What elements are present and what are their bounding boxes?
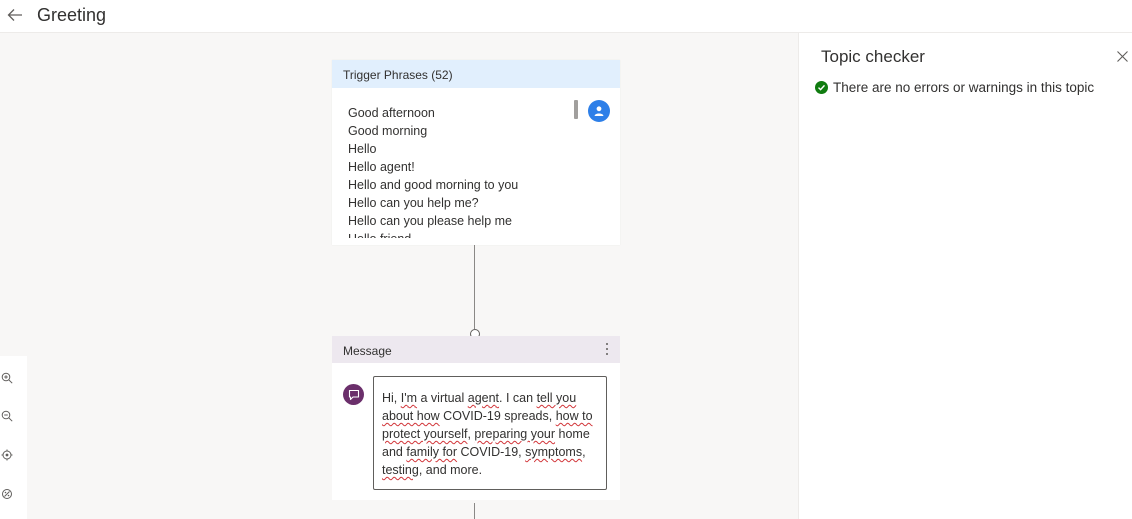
close-icon (1116, 50, 1128, 62)
trigger-phrase: Good afternoon (348, 106, 435, 120)
topic-checker-panel: Topic checker There are no errors or war… (798, 33, 1132, 519)
connector-line (474, 503, 475, 519)
more-dot (606, 343, 608, 345)
back-button[interactable] (4, 4, 26, 26)
trigger-phrase: Hello (348, 142, 377, 156)
trigger-phrase: Hello can you help me? (348, 196, 479, 210)
more-options-button[interactable] (603, 342, 611, 356)
status-message: There are no errors or warnings in this … (833, 80, 1095, 95)
trigger-phrase: Hello and good morning to you (348, 178, 519, 192)
zoom-in-icon (1, 372, 13, 384)
zoom-in-button[interactable] (0, 371, 14, 385)
trigger-phrase: Hello friend (348, 230, 578, 238)
message-node-title: Message (343, 344, 392, 358)
trigger-phrases-title: Trigger Phrases (52) (332, 60, 620, 88)
top-bar: Greeting (0, 0, 1132, 33)
more-dot (606, 353, 608, 355)
zoom-out-button[interactable] (0, 409, 14, 423)
message-node-card[interactable]: Message Hi, I'm a virtual agent. I can t… (332, 336, 620, 500)
trigger-phrase-list: Good afternoon Good morning Hello Hello … (348, 104, 578, 238)
authoring-canvas[interactable]: Trigger Phrases (52) Good afternoon Good… (0, 33, 798, 519)
status-row: There are no errors or warnings in this … (815, 80, 1094, 95)
page-title: Greeting (37, 5, 107, 25)
close-panel-button[interactable] (1115, 49, 1129, 63)
recenter-icon (1, 449, 13, 461)
zoom-out-icon (1, 410, 13, 422)
trigger-phrase: Hello can you please help me (348, 214, 512, 228)
trigger-phrases-card[interactable]: Trigger Phrases (52) Good afternoon Good… (332, 60, 620, 245)
user-icon (588, 100, 610, 122)
panel-title: Topic checker (821, 47, 925, 66)
trigger-phrase: Good morning (348, 124, 428, 138)
chat-bubble-icon (343, 384, 364, 405)
check-circle-icon (815, 81, 828, 94)
message-node-header: Message (332, 336, 620, 363)
trigger-phrase: Hello agent! (348, 160, 415, 174)
minimap-icon (2, 489, 12, 499)
more-dot (606, 348, 608, 350)
recenter-button[interactable] (0, 448, 14, 462)
minimap-button[interactable] (0, 487, 14, 501)
connector-line (474, 245, 475, 329)
message-text-input[interactable]: Hi, I'm a virtual agent. I can tell you … (373, 376, 607, 490)
zoom-controls (0, 356, 27, 519)
arrow-left-icon (7, 9, 22, 21)
